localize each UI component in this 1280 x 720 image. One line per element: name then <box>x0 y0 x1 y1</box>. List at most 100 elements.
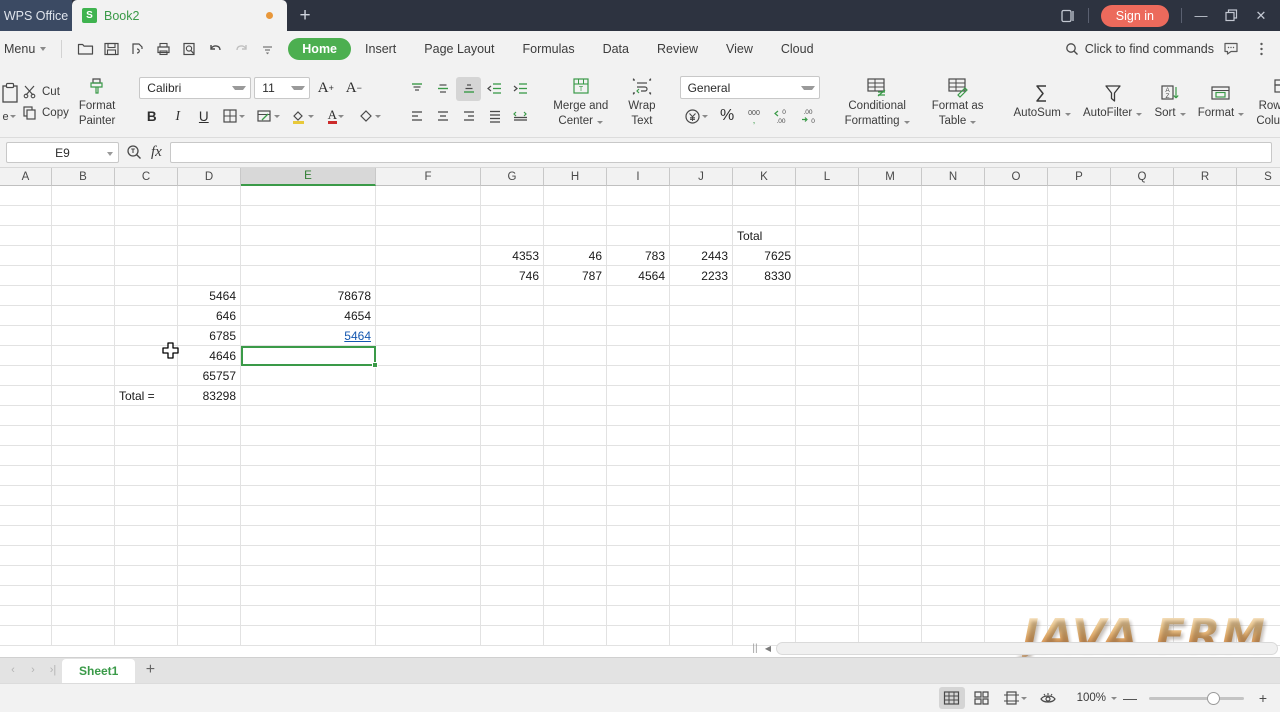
merge-and-center-button[interactable]: T Merge and Center <box>547 73 614 131</box>
cell-J2[interactable] <box>670 206 733 226</box>
cell-K10[interactable] <box>733 366 796 386</box>
cell-N5[interactable] <box>922 266 985 286</box>
cell-O12[interactable] <box>985 406 1048 426</box>
cell-H16[interactable] <box>544 486 607 506</box>
cell-F3[interactable] <box>376 226 481 246</box>
cell-D12[interactable] <box>178 406 241 426</box>
cell-G8[interactable] <box>481 326 544 346</box>
cell-F17[interactable] <box>376 506 481 526</box>
cell-K5[interactable]: 8330 <box>733 266 796 286</box>
cell-style-button[interactable] <box>251 104 284 128</box>
cell-Q17[interactable] <box>1111 506 1174 526</box>
cell-M20[interactable] <box>859 566 922 586</box>
conditional-formatting-button[interactable]: Conditional Formatting <box>839 73 916 131</box>
cell-J14[interactable] <box>670 446 733 466</box>
format-painter-button[interactable]: Format Painter <box>73 73 121 131</box>
cell-S15[interactable] <box>1237 466 1280 486</box>
cell-B12[interactable] <box>52 406 115 426</box>
column-header-b[interactable]: B <box>52 168 115 186</box>
cell-B6[interactable] <box>52 286 115 306</box>
cell-E2[interactable] <box>241 206 376 226</box>
cell-P19[interactable] <box>1048 546 1111 566</box>
cell-A7[interactable] <box>0 306 52 326</box>
cell-F13[interactable] <box>376 426 481 446</box>
cell-F18[interactable] <box>376 526 481 546</box>
cell-S19[interactable] <box>1237 546 1280 566</box>
cell-R12[interactable] <box>1174 406 1237 426</box>
cell-I6[interactable] <box>607 286 670 306</box>
increase-indent-button[interactable] <box>508 77 533 101</box>
cell-B19[interactable] <box>52 546 115 566</box>
cell-P16[interactable] <box>1048 486 1111 506</box>
cell-G4[interactable]: 4353 <box>481 246 544 266</box>
cell-K13[interactable] <box>733 426 796 446</box>
cell-E16[interactable] <box>241 486 376 506</box>
cell-G18[interactable] <box>481 526 544 546</box>
cell-L21[interactable] <box>796 586 859 606</box>
cell-R8[interactable] <box>1174 326 1237 346</box>
cell-B22[interactable] <box>52 606 115 626</box>
cell-I21[interactable] <box>607 586 670 606</box>
column-header-s[interactable]: S <box>1237 168 1280 186</box>
cell-H5[interactable]: 787 <box>544 266 607 286</box>
cell-G7[interactable] <box>481 306 544 326</box>
more-options-icon[interactable] <box>1248 36 1274 62</box>
cell-B18[interactable] <box>52 526 115 546</box>
cell-R3[interactable] <box>1174 226 1237 246</box>
cell-S10[interactable] <box>1237 366 1280 386</box>
cell-D22[interactable] <box>178 606 241 626</box>
customize-qat-icon[interactable] <box>255 36 280 62</box>
cell-O20[interactable] <box>985 566 1048 586</box>
cell-I2[interactable] <box>607 206 670 226</box>
cell-P6[interactable] <box>1048 286 1111 306</box>
cell-E22[interactable] <box>241 606 376 626</box>
align-bottom-button[interactable] <box>456 77 481 101</box>
cell-E6[interactable]: 78678 <box>241 286 376 306</box>
sign-in-button[interactable]: Sign in <box>1101 5 1169 27</box>
cell-F1[interactable] <box>376 186 481 206</box>
cell-P2[interactable] <box>1048 206 1111 226</box>
cell-L16[interactable] <box>796 486 859 506</box>
cell-N9[interactable] <box>922 346 985 366</box>
cell-A16[interactable] <box>0 486 52 506</box>
cell-K8[interactable] <box>733 326 796 346</box>
cell-O7[interactable] <box>985 306 1048 326</box>
cell-S9[interactable] <box>1237 346 1280 366</box>
font-family-combo[interactable]: Calibri <box>139 77 251 99</box>
cell-G1[interactable] <box>481 186 544 206</box>
find-commands-button[interactable]: Click to find commands <box>1065 42 1214 56</box>
cell-M11[interactable] <box>859 386 922 406</box>
cell-P13[interactable] <box>1048 426 1111 446</box>
cell-O15[interactable] <box>985 466 1048 486</box>
cell-C15[interactable] <box>115 466 178 486</box>
cell-M21[interactable] <box>859 586 922 606</box>
cell-A6[interactable] <box>0 286 52 306</box>
cell-R4[interactable] <box>1174 246 1237 266</box>
cell-J6[interactable] <box>670 286 733 306</box>
cell-E20[interactable] <box>241 566 376 586</box>
increase-font-size-button[interactable]: A+ <box>313 76 338 100</box>
cell-F8[interactable] <box>376 326 481 346</box>
cell-M10[interactable] <box>859 366 922 386</box>
cell-I18[interactable] <box>607 526 670 546</box>
cell-K20[interactable] <box>733 566 796 586</box>
cell-K4[interactable]: 7625 <box>733 246 796 266</box>
cell-Q5[interactable] <box>1111 266 1174 286</box>
cell-S13[interactable] <box>1237 426 1280 446</box>
cell-I19[interactable] <box>607 546 670 566</box>
cell-N6[interactable] <box>922 286 985 306</box>
copy-button[interactable]: Copy <box>18 103 73 122</box>
cell-M5[interactable] <box>859 266 922 286</box>
cell-E11[interactable] <box>241 386 376 406</box>
cell-E3[interactable] <box>241 226 376 246</box>
zoom-slider-thumb[interactable] <box>1207 692 1220 705</box>
cell-K6[interactable] <box>733 286 796 306</box>
cell-O10[interactable] <box>985 366 1048 386</box>
print-preview-icon[interactable] <box>177 36 202 62</box>
cell-Q9[interactable] <box>1111 346 1174 366</box>
cell-J21[interactable] <box>670 586 733 606</box>
bold-button[interactable]: B <box>139 104 164 128</box>
cell-P7[interactable] <box>1048 306 1111 326</box>
cell-G9[interactable] <box>481 346 544 366</box>
cell-C11[interactable]: Total = <box>115 386 178 406</box>
